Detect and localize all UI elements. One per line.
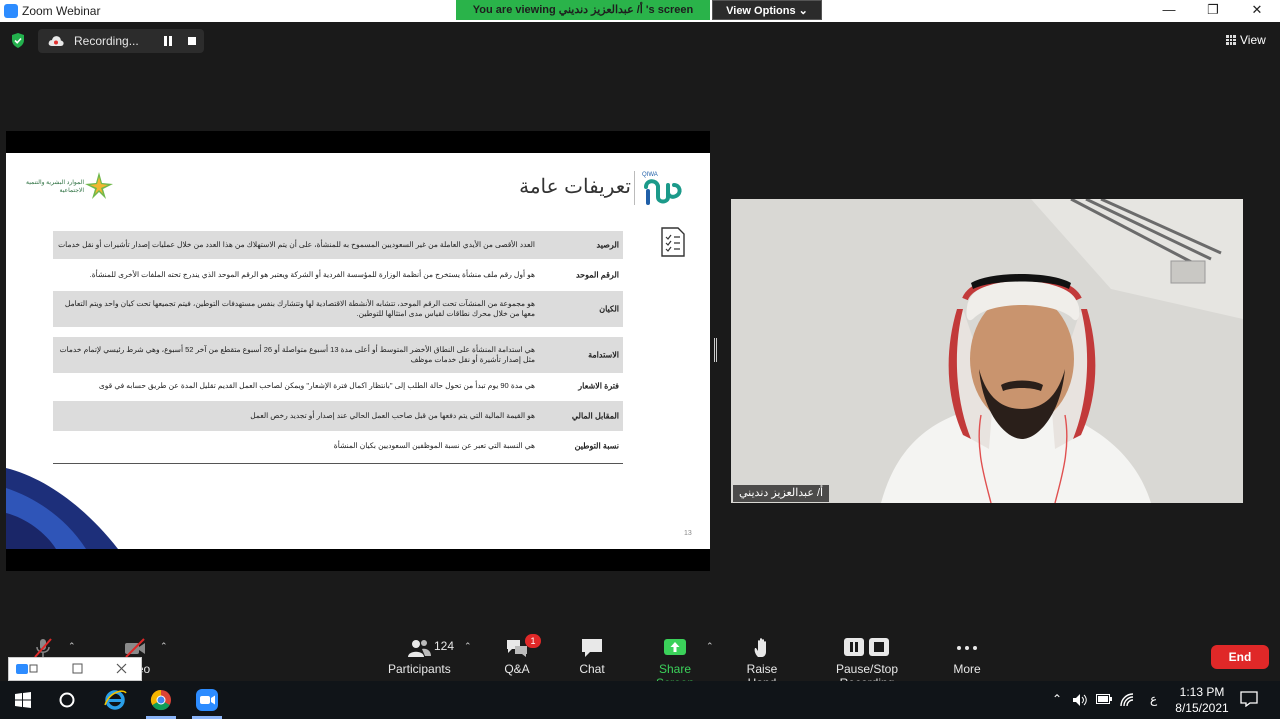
battery-icon[interactable] [1096,694,1112,704]
slide-page-number: 13 [684,530,692,537]
definition-text: هو مجموعة من المنشآت تحت الرقم الموحد، ت… [64,299,535,318]
definition-row: الرقم الموحد هو أول رقم ملف منشأة يستخرج … [53,261,623,289]
shield-icon[interactable] [11,33,25,48]
close-window-button[interactable]: ✕ [1234,0,1280,22]
taskbar-clock[interactable]: 1:13 PM 8/15/2021 [1170,684,1234,716]
definition-row: نسبة التوطين هي النسبة التي تعبر عن نسبة … [53,431,623,461]
definition-text: العدد الأقصى من الأيدي العاملة من غير ال… [58,240,535,249]
participants-chevron-icon[interactable]: ⌃ [464,641,472,652]
definition-term: فترة الاشعار [578,381,619,391]
presentation-slide: الموارد البشرية والتنمية الاجتماعية تعري… [6,153,710,549]
qiwa-brand-text: QIWA [642,172,658,178]
definition-term: الكيان [599,304,619,314]
speaker-video: أ/ عبدالعزيز دنديني [731,199,1243,503]
raise-hand-icon [754,638,766,657]
decorative-wave [6,468,118,549]
pause-recording-icon[interactable] [163,36,173,46]
cloud-recording-icon [48,36,64,46]
viewing-screen-banner: You are viewing أ/ عبدالعزيز دنديني 's s… [456,0,710,20]
view-layout-button[interactable]: View [1226,33,1266,47]
definition-term: الرصيد [596,240,619,250]
stop-recording-icon[interactable] [188,37,196,45]
volume-icon[interactable] [1072,693,1088,707]
share-options-chevron-icon[interactable]: ⌃ [706,641,714,652]
participants-icon [408,640,431,657]
definition-term: المقابل المالي [571,411,619,421]
recording-indicator: Recording... [38,29,204,53]
table-bottom-rule [53,463,623,464]
definition-row: المقابل المالي هو القيمة المالية التي يتم… [53,401,623,431]
definition-row: فترة الاشعار هي مدة 90 يوم تبدأ من تحول ح… [53,373,623,399]
notifications-icon[interactable] [1240,691,1258,707]
definition-term: نسبة التوطين [574,441,619,451]
pause-stop-icon [844,638,889,656]
wifi-icon[interactable] [1120,693,1134,707]
end-button[interactable]: End [1211,645,1269,669]
input-language-indicator[interactable]: ع [1150,692,1157,706]
clock-time: 1:13 PM [1179,685,1225,699]
chrome-icon[interactable] [148,687,174,713]
participants-count: 124 [434,639,455,653]
participants-label: Participants [388,662,451,676]
search-circle-icon[interactable] [54,687,80,713]
definition-term: الرقم الموحد [575,270,619,280]
participant-name-tag: أ/ عبدالعزيز دنديني [733,485,830,502]
definition-row: الكيان هو مجموعة من المنشآت تحت الرقم الم… [53,291,623,327]
recording-label: Recording... [74,34,139,48]
share-screen-icon [664,639,686,655]
definition-text: هي النسبة التي تعبر عن نسبة الموظفين الس… [333,441,535,450]
video-off-icon [125,638,145,658]
minimized-video-window[interactable] [8,657,142,681]
more-dots-icon [957,646,977,650]
zoom-app-icon [4,4,18,18]
minimize-button[interactable]: — [1146,0,1192,22]
windows-start-icon[interactable] [10,687,36,713]
more-label: More [953,662,981,676]
video-options-chevron-icon[interactable]: ⌃ [160,641,168,652]
windows-taskbar: ⌃ ع 1:13 PM 8/15/2021 [0,681,1280,719]
definition-text: هي مدة 90 يوم تبدأ من تحول حالة الطلب إل… [98,381,535,390]
ministry-name: الموارد البشرية والتنمية الاجتماعية [26,180,84,194]
speaker-video-feed [731,199,1243,503]
ministry-logo: الموارد البشرية والتنمية الاجتماعية [22,169,118,203]
definition-term: الاستدامة [588,350,619,360]
view-label: View [1240,33,1266,47]
clock-date: 8/15/2021 [1175,701,1229,715]
definition-text: هي استدامة المنشأة على النطاق الأخضر الم… [59,345,535,364]
definition-row: الاستدامة هي استدامة المنشأة على النطاق ا… [53,337,623,373]
meeting-toolbar: ⌃ Video ⌃ Participants 124 ⌃ Q&A Chat [0,625,1280,690]
slide-title: تعريفات عامة [519,176,631,198]
qa-label: Q&A [504,662,530,676]
definition-text: هو القيمة المالية التي يتم دفعها من قبل … [250,411,535,420]
view-options-button[interactable]: View Options ⌄ [712,0,822,20]
zoom-taskbar-icon[interactable] [194,687,220,713]
checklist-icon [661,227,685,257]
definition-text: هو أول رقم ملف منشأة يستخرج من أنظمة الو… [89,270,535,279]
title-divider [634,171,635,205]
chat-icon [582,639,602,657]
definition-row: الرصيد العدد الأقصى من الأيدي العاملة من … [53,231,623,259]
mini-window-controls [16,663,127,674]
more-button[interactable]: More [950,637,984,676]
muted-mic-icon [34,638,52,658]
mic-options-chevron-icon[interactable]: ⌃ [68,641,76,652]
chat-label: Chat [579,662,605,676]
ministry-star-icon [85,172,113,199]
qiwa-logo: QIWA [642,172,682,205]
window-title: Zoom Webinar [22,4,101,18]
split-view-handle[interactable] [714,338,717,362]
grid-view-icon [1226,35,1236,45]
chat-button[interactable]: Chat [574,637,610,676]
qa-badge: 1 [525,634,541,648]
internet-explorer-icon[interactable] [102,687,128,713]
restore-button[interactable]: ❐ [1190,0,1236,22]
tray-chevron-up-icon[interactable]: ⌃ [1052,692,1062,706]
